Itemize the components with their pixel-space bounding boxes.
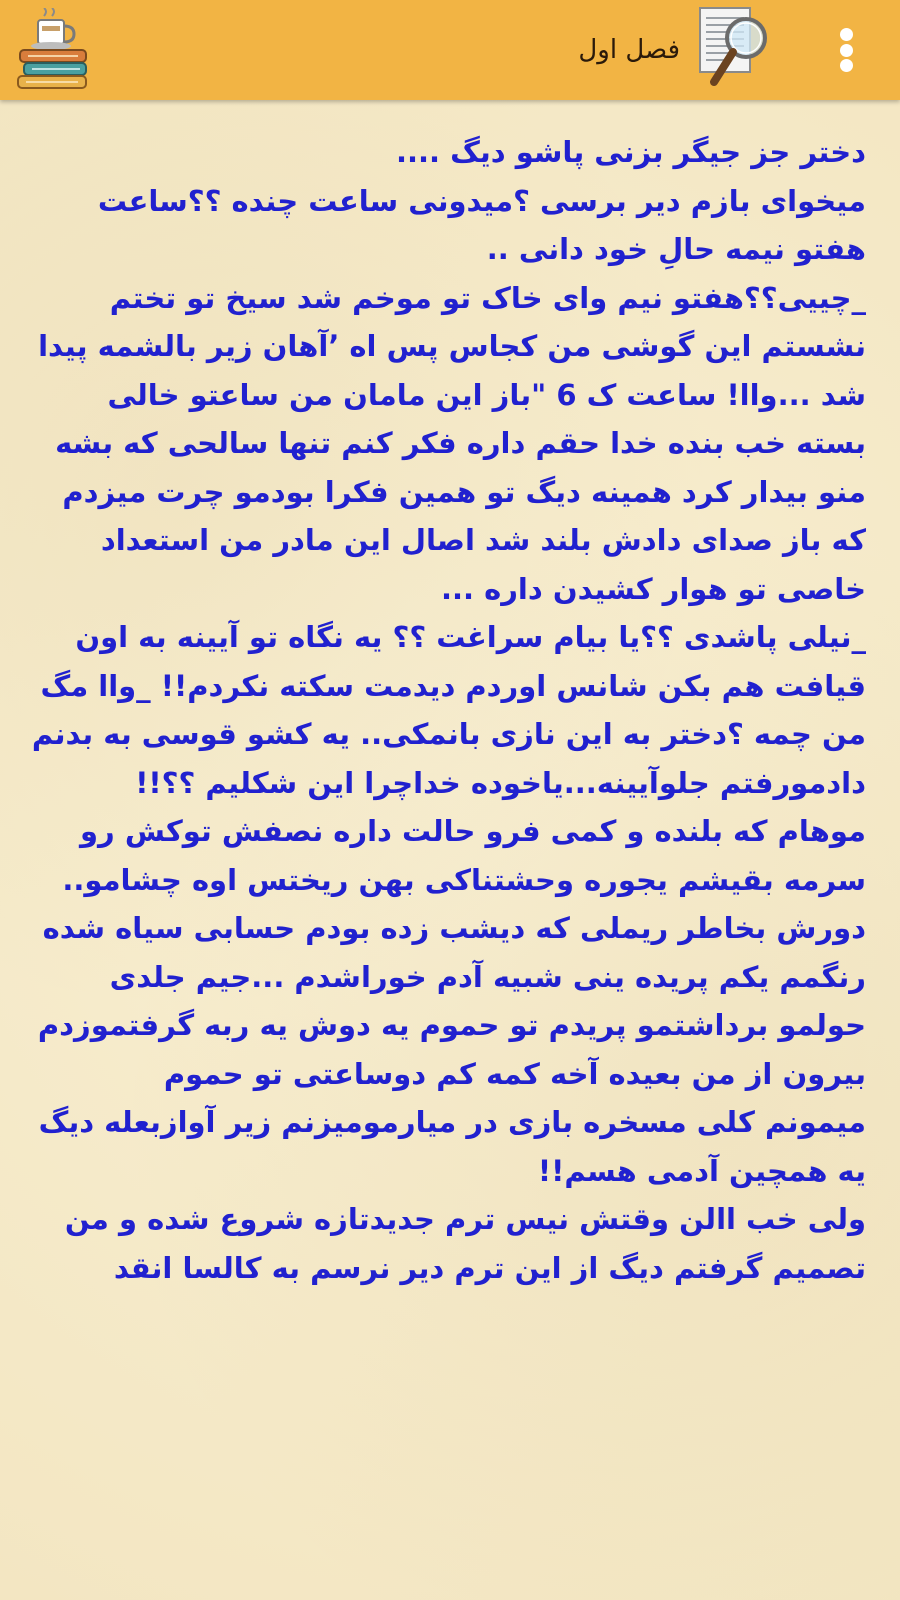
paragraph: دختر جز جیگر بزنی پاشو دیگ .... [396,135,866,169]
menu-dot [839,59,853,72]
app-bar: فصل اول [0,0,900,100]
paragraph: میخوای بازم دیر برسی ؟میدونی ساعت چنده ؟… [97,183,866,267]
paragraph: موهام که بلنده و کمی فرو حالت داره نصفش … [62,814,866,897]
coffee-books-icon[interactable] [14,8,92,92]
paragraph: _چییی؟؟هفتو نیم وای خاک تو موخم شد سیخ ت… [38,280,866,606]
paragraph: دورش بخاطر ریملی که دیشب زده بودم حسابی … [42,911,866,994]
document-magnifier-icon [699,7,767,86]
chapter-text: دختر جز جیگر بزنی پاشو دیگ .... میخوای ب… [30,128,866,1600]
overflow-menu-button[interactable] [818,22,874,78]
paragraph: _نیلی پاشدی ؟؟یا بیام سراغت ؟؟ یه نگاه ت… [31,620,866,800]
paragraph: حولمو برداشتمو پریدم تو حموم یه دوش یه ر… [37,1008,866,1091]
paragraph: ولی خب االن وقتش نیس ترم جدیدتازه شروع ش… [64,1202,866,1285]
paragraph: میمونم کلی مسخره بازی در میارمومیزنم زیر… [38,1105,866,1188]
page-title: فصل اول [578,35,680,65]
menu-dot [839,43,853,57]
menu-dot [839,28,853,41]
